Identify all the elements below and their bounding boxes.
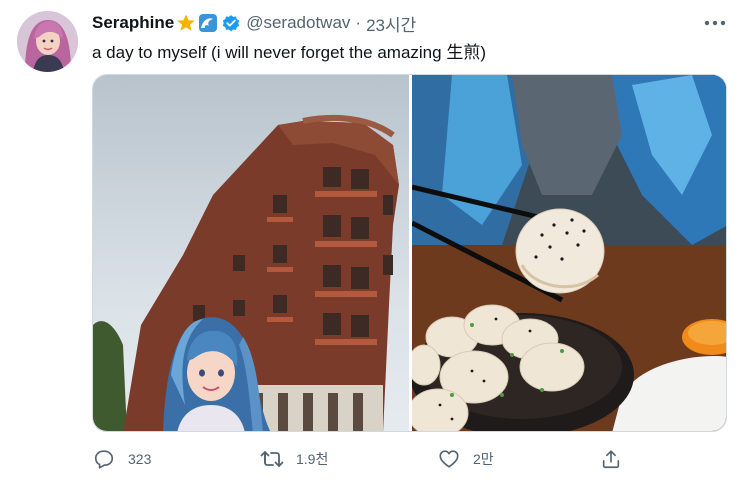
separator-dot: · <box>355 13 362 32</box>
tweet-card[interactable]: Seraphine @seradotwav · 23시간 a day to my… <box>0 0 746 482</box>
heart-icon <box>437 447 461 471</box>
avatar[interactable] <box>17 11 78 72</box>
reply-icon <box>92 447 116 471</box>
share-icon <box>599 447 623 471</box>
reply-count: 323 <box>128 451 152 467</box>
dumplings-photo[interactable] <box>412 75 726 431</box>
tweet-actions: 323 1.9천 2만 <box>92 444 632 474</box>
verified-badge-icon <box>221 13 241 33</box>
building-photo[interactable] <box>93 75 409 431</box>
share-button[interactable] <box>599 444 623 474</box>
tweet-text: a day to myself (i will never forget the… <box>92 43 486 62</box>
timestamp[interactable]: 23시간 <box>366 11 416 36</box>
like-count: 2만 <box>473 451 494 467</box>
reply-button[interactable]: 323 <box>92 444 151 474</box>
star-emoji-icon <box>176 13 196 33</box>
retweet-count: 1.9천 <box>296 451 329 467</box>
wave-emoji-icon <box>198 13 218 33</box>
like-button[interactable]: 2만 <box>437 444 494 474</box>
media-grid <box>92 74 727 432</box>
tweet-header: Seraphine @seradotwav · 23시간 <box>92 10 416 36</box>
more-options-icon[interactable] <box>702 12 728 34</box>
handle[interactable]: @seradotwav <box>246 13 350 33</box>
display-name[interactable]: Seraphine <box>92 13 174 33</box>
retweet-button[interactable]: 1.9천 <box>260 444 328 474</box>
retweet-icon <box>260 447 284 471</box>
